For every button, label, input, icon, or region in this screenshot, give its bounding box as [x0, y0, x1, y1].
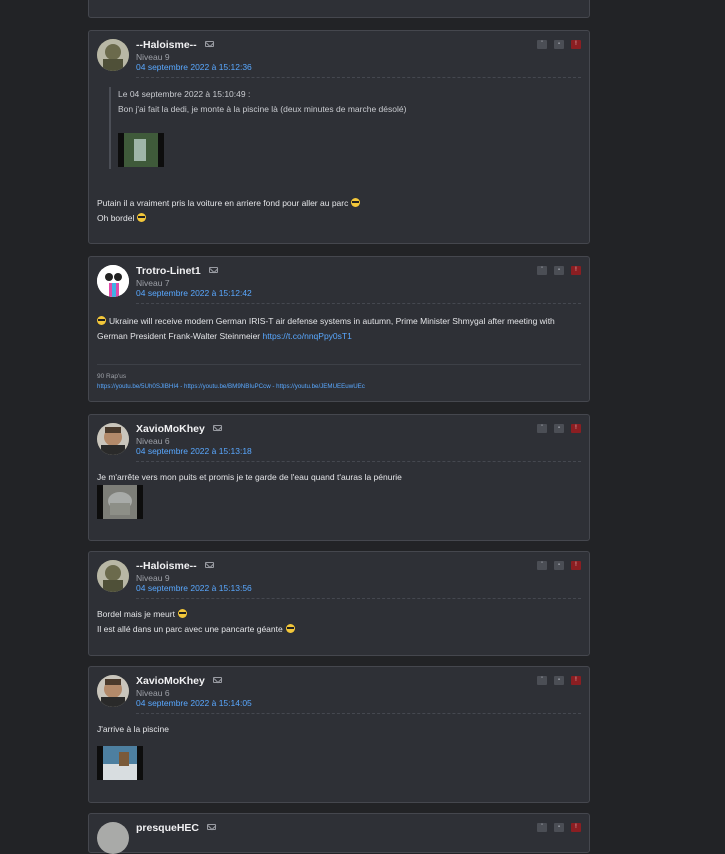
mail-icon[interactable] — [212, 677, 222, 683]
message-line: Il est allé dans un parc avec une pancar… — [97, 624, 283, 634]
image-thumbnail[interactable] — [97, 746, 143, 780]
author-level: Niveau 6 — [136, 436, 170, 446]
post-card: --Haloisme-- Niveau 9 04 septembre 2022 … — [88, 551, 590, 656]
separator — [136, 713, 581, 714]
post-date-link[interactable]: 04 septembre 2022 à 15:12:36 — [136, 62, 252, 72]
avatar[interactable] — [97, 39, 129, 71]
avatar[interactable] — [97, 822, 129, 854]
post-message: J'arrive à la piscine — [97, 724, 170, 734]
alert-icon[interactable]: ! — [571, 40, 581, 49]
profile-icon[interactable]: ▪ — [554, 676, 564, 685]
post-actions: " ▪ ! — [537, 561, 581, 570]
separator — [136, 303, 581, 304]
author-name[interactable]: presqueHEC — [136, 822, 217, 834]
smiley-icon — [137, 213, 147, 222]
post-actions: " ▪ ! — [537, 266, 581, 275]
post-message: Je m'arrête vers mon puits et promis je … — [97, 472, 402, 482]
mail-icon[interactable] — [204, 41, 214, 47]
avatar[interactable] — [97, 265, 129, 297]
smiley-icon — [351, 198, 361, 207]
post-date-link[interactable]: 04 septembre 2022 à 15:13:18 — [136, 446, 252, 456]
profile-icon[interactable]: ▪ — [554, 40, 564, 49]
signature-separator — [97, 364, 581, 365]
post-date-link[interactable]: 04 septembre 2022 à 15:13:56 — [136, 583, 252, 593]
signature-label: 90 Rap'us — [97, 373, 127, 380]
author-level: Niveau 7 — [136, 278, 170, 288]
post-message: Ukraine will receive modern German IRIS-… — [97, 314, 581, 344]
post-actions: " ▪ ! — [537, 424, 581, 433]
post-card: --Haloisme-- Niveau 9 04 septembre 2022 … — [88, 30, 590, 244]
message-line: Putain il a vraiment pris la voiture en … — [97, 198, 349, 208]
mail-icon[interactable] — [204, 562, 214, 568]
author-level: Niveau 6 — [136, 688, 170, 698]
author-name[interactable]: --Haloisme-- — [136, 39, 214, 51]
quote-icon[interactable]: " — [537, 676, 547, 685]
post-actions: " ▪ ! — [537, 676, 581, 685]
post-card-previous — [88, 0, 590, 18]
image-thumbnail[interactable] — [97, 485, 143, 519]
author-level: Niveau 9 — [136, 52, 170, 62]
profile-icon[interactable]: ▪ — [554, 266, 564, 275]
avatar[interactable] — [97, 675, 129, 707]
quote-text: Bon j'ai fait la dedi, je monte à la pis… — [118, 104, 407, 114]
quote-block: Le 04 septembre 2022 à 15:10:49 : Bon j'… — [109, 87, 581, 169]
profile-icon[interactable]: ▪ — [554, 561, 564, 570]
alert-icon[interactable]: ! — [571, 561, 581, 570]
message-line: Oh bordel — [97, 213, 135, 223]
post-date-link[interactable]: 04 septembre 2022 à 15:12:42 — [136, 288, 252, 298]
profile-icon[interactable]: ▪ — [554, 424, 564, 433]
separator — [136, 598, 581, 599]
quote-icon[interactable]: " — [537, 424, 547, 433]
post-date-link[interactable]: 04 septembre 2022 à 15:14:05 — [136, 698, 252, 708]
post-card: XavioMoKhey Niveau 6 04 septembre 2022 à… — [88, 414, 590, 541]
post-message: Bordel mais je meurt Il est allé dans un… — [97, 607, 295, 637]
signature-links[interactable]: https://youtu.be/5Uh0SJIBHI4 - https://y… — [97, 383, 365, 390]
post-card: XavioMoKhey Niveau 6 04 septembre 2022 à… — [88, 666, 590, 803]
smiley-icon — [285, 624, 295, 633]
mail-icon[interactable] — [208, 267, 218, 273]
alert-icon[interactable]: ! — [571, 424, 581, 433]
avatar[interactable] — [97, 423, 129, 455]
quote-header: Le 04 septembre 2022 à 15:10:49 : — [118, 89, 251, 99]
alert-icon[interactable]: ! — [571, 266, 581, 275]
post-card: presqueHEC " ▪ ! — [88, 813, 590, 854]
quote-icon[interactable]: " — [537, 561, 547, 570]
smiley-icon — [177, 609, 187, 618]
tweet-link[interactable]: https://t.co/nnqPpy0sT1 — [263, 331, 352, 341]
separator — [136, 461, 581, 462]
quote-icon[interactable]: " — [537, 266, 547, 275]
mail-icon[interactable] — [212, 425, 222, 431]
alert-icon[interactable]: ! — [571, 676, 581, 685]
quote-image-thumbnail[interactable] — [118, 133, 164, 167]
smiley-icon — [97, 316, 106, 325]
author-name[interactable]: XavioMoKhey — [136, 423, 222, 435]
post-card: Trotro-Linet1 Niveau 7 04 septembre 2022… — [88, 256, 590, 402]
avatar[interactable] — [97, 560, 129, 592]
quote-icon[interactable]: " — [537, 40, 547, 49]
author-name[interactable]: XavioMoKhey — [136, 675, 222, 687]
post-actions: " ▪ ! — [537, 40, 581, 49]
author-name[interactable]: Trotro-Linet1 — [136, 265, 218, 277]
author-level: Niveau 9 — [136, 573, 170, 583]
mail-icon[interactable] — [207, 824, 217, 830]
message-line: Bordel mais je meurt — [97, 609, 175, 619]
separator — [136, 77, 581, 78]
author-name[interactable]: --Haloisme-- — [136, 560, 214, 572]
post-message: Putain il a vraiment pris la voiture en … — [97, 196, 361, 226]
